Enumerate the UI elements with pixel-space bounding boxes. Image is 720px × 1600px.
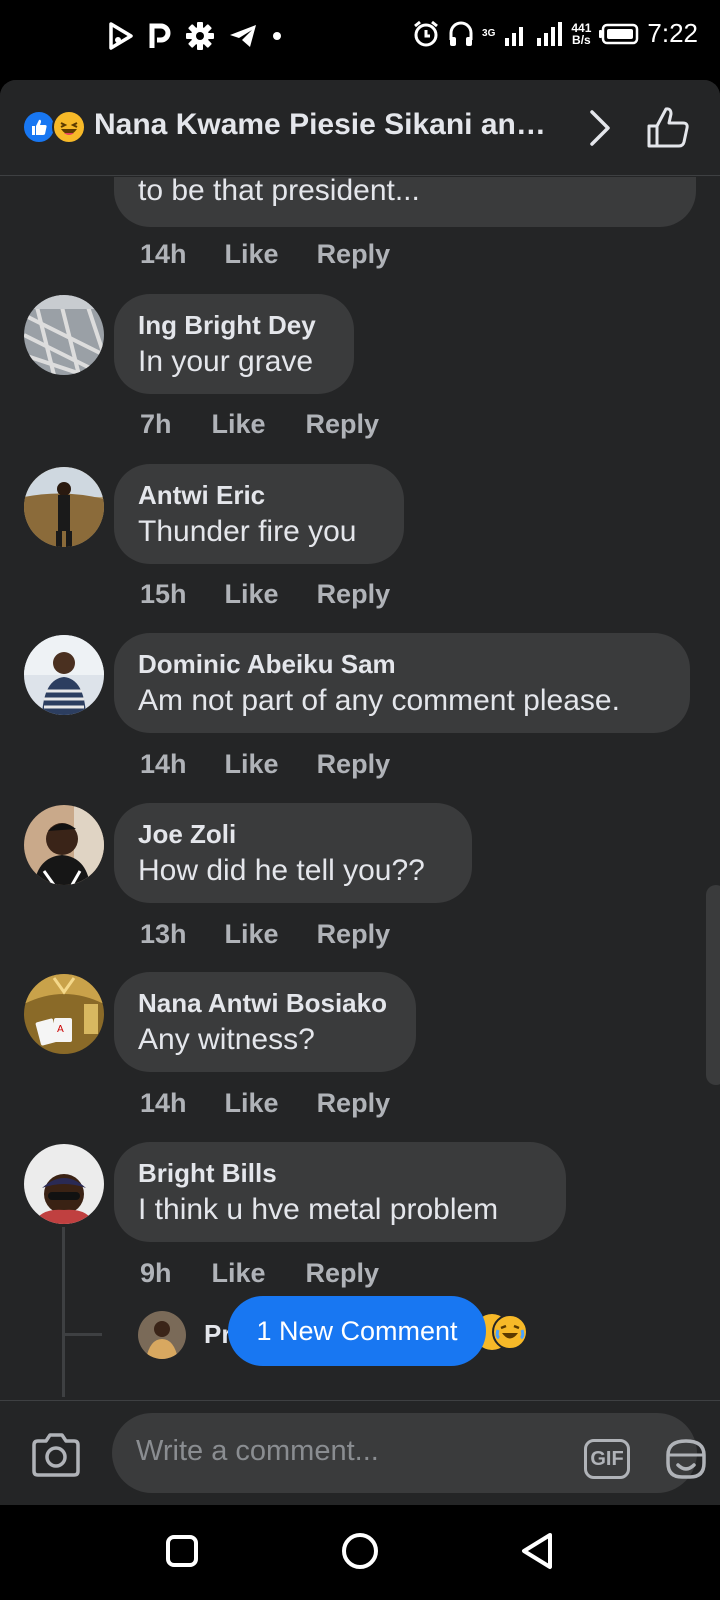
like-link[interactable]: Like — [225, 1086, 279, 1120]
comment-time: 7h — [140, 409, 172, 439]
comment-composer: Write a comment... GIF — [0, 1400, 720, 1505]
avatar[interactable]: A — [24, 974, 104, 1054]
thumbs-up-icon[interactable] — [644, 104, 692, 152]
comment-meta: 9h Like Reply — [140, 1256, 379, 1290]
comment-text: to be that president... — [138, 177, 420, 207]
reply-link[interactable]: Reply — [317, 237, 391, 271]
avatar[interactable] — [24, 295, 104, 375]
avatar[interactable] — [24, 635, 104, 715]
commenter-name[interactable]: Joe Zoli — [138, 817, 448, 851]
comment-meta: 14h Like Reply — [140, 237, 390, 271]
reaction-summary[interactable] — [22, 110, 88, 144]
like-link[interactable]: Like — [225, 747, 279, 781]
commenter-name[interactable]: Ing Bright Dey — [138, 308, 330, 342]
camera-icon[interactable] — [30, 1431, 82, 1479]
network-type: 3G — [482, 27, 496, 39]
thread-branch — [62, 1333, 102, 1336]
comment-text: Am not part of any comment please. — [138, 684, 620, 717]
battery-icon — [599, 23, 639, 44]
reply-link[interactable]: Reply — [306, 1256, 380, 1290]
chevron-right-icon[interactable] — [582, 108, 616, 148]
play-store-icon — [109, 22, 133, 50]
comment-input[interactable]: Write a comment... GIF — [112, 1413, 706, 1493]
nav-back-icon[interactable] — [518, 1531, 556, 1571]
like-link[interactable]: Like — [212, 1256, 266, 1290]
comment-list: to be that president... 14h Like Reply I… — [0, 177, 720, 1397]
headphones-icon — [449, 21, 473, 46]
comment-text: Any witness? — [138, 1023, 315, 1056]
telegram-icon — [230, 25, 256, 47]
system-nav-bar — [0, 1505, 720, 1600]
comment-text: I think u hve metal problem — [138, 1193, 499, 1226]
reply-avatar[interactable] — [138, 1311, 186, 1359]
comment-bubble[interactable]: to be that president... — [114, 177, 696, 227]
haha-reaction-icon — [52, 110, 86, 144]
commenter-name[interactable]: Nana Antwi Bosiako — [138, 986, 392, 1020]
dot-icon — [273, 32, 281, 40]
like-link[interactable]: Like — [225, 577, 279, 611]
comment-meta: 13h Like Reply — [140, 917, 390, 951]
comment-text: How did he tell you?? — [138, 854, 425, 887]
nav-home-icon[interactable] — [340, 1531, 380, 1571]
comment-meta: 15h Like Reply — [140, 577, 390, 611]
gif-icon[interactable]: GIF — [584, 1439, 630, 1479]
comment-placeholder: Write a comment... — [136, 1435, 379, 1467]
commenter-name[interactable]: Bright Bills — [138, 1156, 542, 1190]
comment-meta: 7h Like Reply — [140, 407, 379, 441]
avatar[interactable] — [24, 805, 104, 885]
reply-link[interactable]: Reply — [317, 1086, 391, 1120]
reply-link[interactable]: Reply — [317, 577, 391, 611]
signal-icon — [505, 21, 563, 46]
like-link[interactable]: Like — [225, 917, 279, 951]
comment-bubble[interactable]: Joe Zoli How did he tell you?? — [114, 803, 472, 903]
scrollbar[interactable] — [706, 885, 720, 1085]
like-link[interactable]: Like — [212, 407, 266, 441]
status-bar: 3G 441 B/s 7:22 — [0, 0, 720, 80]
comment-meta: 14h Like Reply — [140, 1086, 390, 1120]
comment-bubble[interactable]: Ing Bright Dey In your grave — [114, 294, 354, 394]
comment-time: 13h — [140, 919, 187, 949]
alarm-icon — [414, 20, 438, 46]
comment-bubble[interactable]: Dominic Abeiku Sam Am not part of any co… — [114, 633, 690, 733]
reply-link[interactable]: Reply — [306, 407, 380, 441]
like-reaction-icon — [22, 110, 56, 144]
comment-bubble[interactable]: Nana Antwi Bosiako Any witness? — [114, 972, 416, 1072]
p-app-icon — [149, 23, 171, 48]
crying-laughing-emoji-icon — [492, 1314, 528, 1350]
sticker-icon[interactable] — [662, 1435, 710, 1483]
notification-icons — [108, 22, 282, 50]
comment-text: Thunder fire you — [138, 515, 357, 548]
comment-meta: 14h Like Reply — [140, 747, 390, 781]
nav-recents-icon[interactable] — [164, 1533, 200, 1569]
svg-text:A: A — [57, 1024, 64, 1035]
avatar[interactable] — [24, 467, 104, 547]
commenter-name[interactable]: Dominic Abeiku Sam — [138, 647, 666, 681]
commenter-name[interactable]: Antwi Eric — [138, 478, 380, 512]
data-rate: 441 B/s — [571, 20, 592, 47]
reply-link[interactable]: Reply — [317, 747, 391, 781]
system-icons: 3G 441 B/s 7:22 — [412, 18, 698, 49]
comment-time: 14h — [140, 239, 187, 269]
reply-link[interactable]: Reply — [317, 917, 391, 951]
page-title[interactable]: Nana Kwame Piesie Sikani and ... — [94, 108, 564, 142]
comment-text: In your grave — [138, 345, 314, 378]
reactions-header[interactable]: Nana Kwame Piesie Sikani and ... — [0, 80, 720, 176]
comments-panel: Nana Kwame Piesie Sikani and ... to be t… — [0, 80, 720, 1505]
thread-line — [62, 1227, 65, 1397]
comment-time: 15h — [140, 579, 187, 609]
comment-bubble[interactable]: Bright Bills I think u hve metal problem — [114, 1142, 566, 1242]
clock: 7:22 — [647, 18, 698, 48]
like-link[interactable]: Like — [225, 237, 279, 271]
comment-bubble[interactable]: Antwi Eric Thunder fire you — [114, 464, 404, 564]
gear-icon — [186, 22, 214, 50]
avatar[interactable] — [24, 1144, 104, 1224]
comment-time: 14h — [140, 749, 187, 779]
comment-time: 14h — [140, 1088, 187, 1118]
comment-time: 9h — [140, 1258, 172, 1288]
new-comment-button[interactable]: 1 New Comment — [228, 1296, 486, 1366]
